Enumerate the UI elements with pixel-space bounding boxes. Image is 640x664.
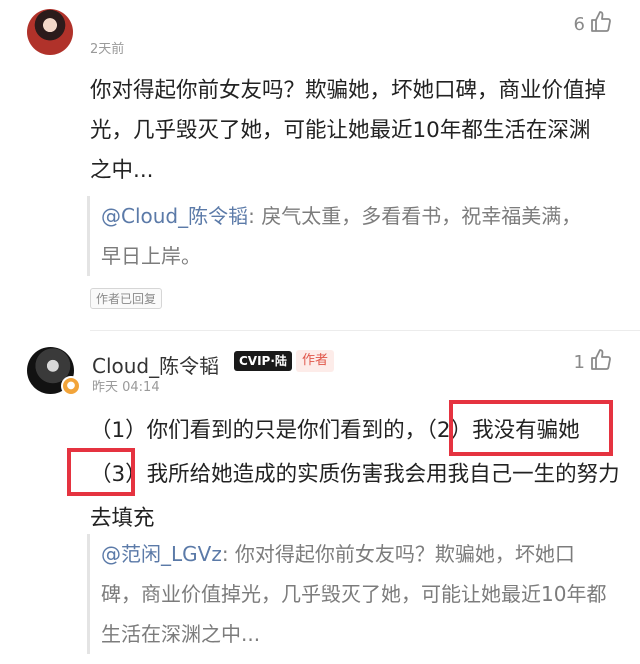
author-replied-tag: 作者已回复 [90, 288, 163, 309]
author-reply: @Cloud_陈令韬: 戾气太重，多看看书，祝幸福美满，早日上岸。 [87, 196, 599, 276]
divider [90, 330, 640, 331]
like-count: 6 [573, 14, 585, 35]
like-count: 1 [573, 352, 585, 373]
comment-text: （1）你们看到的只是你们看到的，（2）我没有骗她（3）我所给她造成的实质伤害我会… [90, 418, 620, 531]
quote-mention[interactable]: @范闲_LGVz [101, 542, 222, 566]
author-badge: 作者 [296, 350, 335, 372]
badge-icon: ● [61, 376, 81, 396]
comment-time: 2天前 [90, 42, 125, 57]
quoted-comment: @范闲_LGVz: 你对得起你前女友吗？欺骗她，坏她口碑，商业价值掉光，几乎毁灭… [87, 534, 612, 654]
comment-time: 昨天 04:14 [92, 380, 160, 395]
comment-text: 你对得起你前女友吗？欺骗她，坏她口碑，商业价值掉光，几乎毁灭了她，可能让她最近1… [90, 78, 607, 183]
like-button[interactable]: 6 [574, 10, 613, 39]
thumbs-up-icon [589, 10, 613, 39]
vip-badge: CVIP·陆 [234, 351, 292, 371]
comment-thread: 2天前 6 你对得起你前女友吗？欺骗她，坏她口碑，商业价值掉光，几乎毁灭了她，可… [0, 0, 640, 664]
reply-mention[interactable]: @Cloud_陈令韬 [101, 204, 248, 228]
like-button[interactable]: 1 [574, 348, 613, 377]
username[interactable]: Cloud_陈令韬 [92, 350, 219, 379]
avatar[interactable] [27, 9, 73, 55]
thumbs-up-icon [589, 348, 613, 377]
